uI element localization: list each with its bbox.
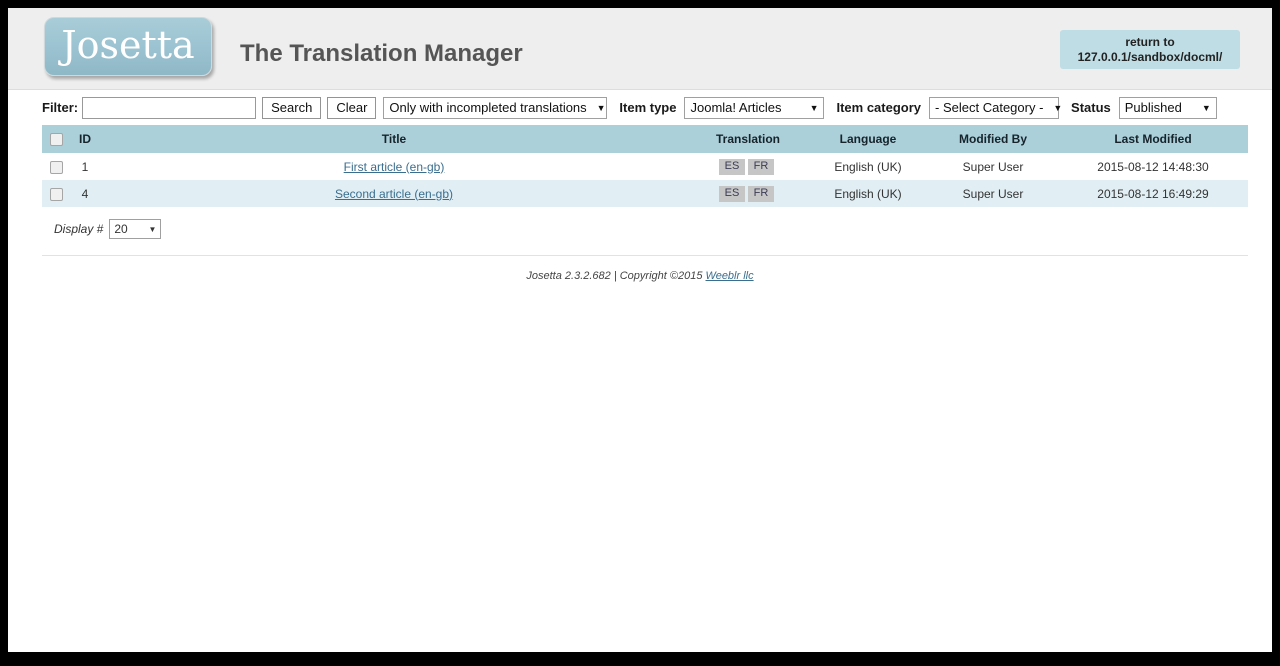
row-language: English (UK) [808, 153, 928, 180]
row-id: 1 [70, 153, 100, 180]
translation-badge-fr[interactable]: FR [748, 159, 774, 175]
column-header-id[interactable]: ID [70, 125, 100, 153]
column-header-last-modified[interactable]: Last Modified [1058, 125, 1248, 153]
row-translations-cell: ES FR [688, 180, 808, 207]
table-header: ID Title Translation Language Modified B… [42, 125, 1248, 153]
footer-divider [42, 255, 1248, 256]
row-translations-cell: ES FR [688, 153, 808, 180]
row-language: English (UK) [808, 180, 928, 207]
table-row: 4 Second article (en-gb) ES FR English (U… [42, 180, 1248, 207]
row-checkbox[interactable] [49, 187, 63, 201]
item-category-select[interactable]: - Select Category - ▼ [929, 96, 1063, 119]
return-button-line1: return to [1125, 34, 1175, 49]
page-title: The Translation Manager [240, 40, 523, 67]
filter-label: Filter: [42, 100, 79, 115]
table-header-row: ID Title Translation Language Modified B… [42, 125, 1248, 153]
row-last-modified: 2015-08-12 16:49:29 [1058, 180, 1248, 207]
column-header-modified-by[interactable]: Modified By [928, 125, 1058, 153]
column-header-translation[interactable]: Translation [688, 125, 808, 153]
filter-toolbar: Filter: Search Clear Only with incomplet… [8, 90, 1272, 125]
footer-copyright: Josetta 2.3.2.682 | Copyright ©2015 [526, 270, 706, 282]
translation-badge-es[interactable]: ES [719, 186, 745, 202]
chevron-down-icon: ▼ [1201, 102, 1211, 113]
status-value: Published [1124, 100, 1182, 115]
row-id: 4 [70, 180, 100, 207]
display-count-control: Display # 20 ▼ [42, 207, 1248, 239]
select-all-header [42, 125, 70, 153]
table-body: 1 First article (en-gb) ES FR English (UK… [42, 153, 1248, 207]
app-header: Josetta The Translation Manager return t… [8, 8, 1272, 90]
completion-filter-value: Only with incompleted translations [389, 100, 587, 115]
item-type-label: Item type [619, 100, 677, 115]
column-header-title[interactable]: Title [100, 125, 688, 153]
search-button[interactable]: Search [262, 96, 322, 119]
row-select-cell [42, 153, 70, 180]
display-count-label: Display # [54, 222, 104, 236]
translation-badge-es[interactable]: ES [719, 159, 745, 175]
select-all-checkbox[interactable] [49, 133, 63, 147]
row-modified-by: Super User [928, 180, 1058, 207]
display-count-value: 20 [114, 222, 128, 236]
table-row: 1 First article (en-gb) ES FR English (UK… [42, 153, 1248, 180]
row-title-cell: Second article (en-gb) [100, 180, 688, 207]
item-type-value: Joomla! Articles [690, 100, 782, 115]
row-title-cell: First article (en-gb) [100, 153, 688, 180]
column-header-language[interactable]: Language [808, 125, 928, 153]
row-last-modified: 2015-08-12 14:48:30 [1058, 153, 1248, 180]
display-count-select[interactable]: 20 ▼ [109, 219, 162, 239]
search-input[interactable] [82, 96, 257, 119]
items-table-container: ID Title Translation Language Modified B… [8, 125, 1272, 239]
translation-badge-fr[interactable]: FR [748, 186, 774, 202]
chevron-down-icon: ▼ [1053, 102, 1063, 113]
items-table: ID Title Translation Language Modified B… [42, 125, 1248, 207]
row-title-link[interactable]: First article (en-gb) [344, 160, 445, 174]
row-checkbox[interactable] [49, 160, 63, 174]
status-label: Status [1071, 100, 1111, 115]
status-select[interactable]: Published ▼ [1118, 96, 1217, 119]
footer-weeblr-link[interactable]: Weeblr llc [706, 270, 754, 282]
josetta-logo[interactable]: Josetta [44, 17, 212, 76]
footer: Josetta 2.3.2.682 | Copyright ©2015 Weeb… [8, 270, 1272, 282]
row-title-link[interactable]: Second article (en-gb) [335, 187, 453, 201]
chevron-down-icon: ▼ [809, 102, 819, 113]
logo-text: Josetta [61, 23, 195, 67]
chevron-down-icon: ▼ [596, 102, 606, 113]
chevron-down-icon: ▼ [148, 224, 157, 234]
clear-button[interactable]: Clear [327, 96, 377, 119]
item-category-label: Item category [836, 100, 922, 115]
row-select-cell [42, 180, 70, 207]
completion-filter-select[interactable]: Only with incompleted translations ▼ [383, 96, 608, 119]
item-category-value: - Select Category - [935, 100, 1044, 115]
return-to-site-button[interactable]: return to 127.0.0.1/sandbox/docml/ [1060, 30, 1240, 69]
return-button-line2: 127.0.0.1/sandbox/docml/ [1077, 49, 1223, 64]
item-type-select[interactable]: Joomla! Articles ▼ [684, 96, 825, 119]
row-modified-by: Super User [928, 153, 1058, 180]
app-window: Josetta The Translation Manager return t… [8, 8, 1272, 652]
